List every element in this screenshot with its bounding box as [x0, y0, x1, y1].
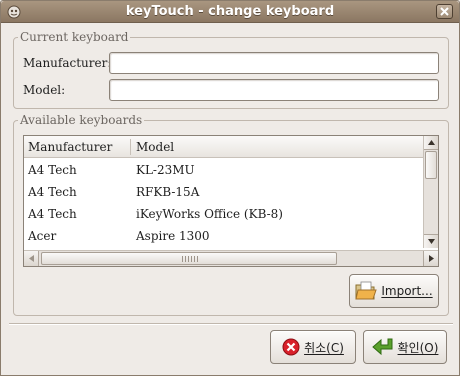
table-row[interactable]: Acer Aspire 1300: [24, 225, 424, 247]
vertical-scroll-thumb[interactable]: [425, 151, 437, 179]
column-header-model[interactable]: Model: [136, 140, 174, 154]
scroll-grip: [182, 256, 200, 262]
manufacturer-label: Manufacturer:: [23, 56, 112, 70]
model-label: Model:: [23, 83, 66, 97]
column-separator[interactable]: [130, 139, 131, 155]
row-manufacturer: A4 Tech: [28, 185, 77, 199]
button-separator: [9, 323, 453, 325]
window-title: keyTouch - change keyboard: [125, 4, 335, 19]
row-model: RFKB-15A: [136, 185, 200, 199]
import-button-label: Import...: [381, 284, 433, 298]
vertical-scrollbar[interactable]: [423, 136, 438, 248]
row-manufacturer: A4 Tech: [28, 207, 77, 221]
ok-button-label: 확인(O): [397, 340, 439, 355]
scroll-right-button[interactable]: [423, 251, 438, 266]
keyboard-list[interactable]: Manufacturer Model A4 Tech KL-23MU A4 Te…: [23, 135, 439, 267]
close-button[interactable]: [436, 4, 453, 19]
row-manufacturer: A4 Tech: [28, 163, 77, 177]
arrow-down-icon: [427, 239, 435, 244]
column-header-manufacturer[interactable]: Manufacturer: [28, 140, 112, 154]
arrow-left-icon: [28, 255, 34, 262]
manufacturer-field[interactable]: [109, 52, 439, 74]
row-manufacturer: Acer: [28, 229, 57, 243]
horizontal-scrollbar[interactable]: [24, 250, 438, 266]
row-model: Aspire 1300: [136, 229, 210, 243]
ok-button[interactable]: 확인(O): [363, 330, 447, 364]
enter-arrow-icon: [371, 338, 393, 356]
title-bar[interactable]: keyTouch - change keyboard: [1, 1, 459, 23]
list-header: Manufacturer Model: [24, 136, 424, 158]
scroll-left-button[interactable]: [24, 251, 39, 266]
table-row[interactable]: A4 Tech RFKB-15A: [24, 181, 424, 203]
import-button[interactable]: Import...: [349, 274, 439, 308]
table-row[interactable]: A4 Tech KL-23MU: [24, 159, 424, 181]
horizontal-scroll-thumb[interactable]: [41, 252, 337, 265]
cancel-button[interactable]: 취소(C): [270, 330, 356, 364]
model-field[interactable]: [109, 79, 439, 101]
row-model: iKeyWorks Office (KB-8): [136, 207, 283, 221]
table-row[interactable]: A4 Tech iKeyWorks Office (KB-8): [24, 203, 424, 225]
available-keyboards-legend: Available keyboards: [18, 113, 145, 127]
list-rows: A4 Tech KL-23MU A4 Tech RFKB-15A A4 Tech…: [24, 159, 424, 247]
arrow-up-icon: [427, 140, 435, 145]
row-model: KL-23MU: [136, 163, 195, 177]
cancel-icon: [282, 338, 300, 356]
change-keyboard-dialog: keyTouch - change keyboard Current keybo…: [0, 0, 460, 376]
arrow-right-icon: [428, 255, 434, 262]
scroll-down-button[interactable]: [424, 234, 438, 248]
scroll-up-button[interactable]: [424, 136, 438, 150]
current-keyboard-legend: Current keyboard: [18, 30, 131, 44]
folder-open-icon: [355, 281, 378, 300]
close-icon: [440, 7, 449, 16]
cancel-button-label: 취소(C): [304, 340, 344, 355]
